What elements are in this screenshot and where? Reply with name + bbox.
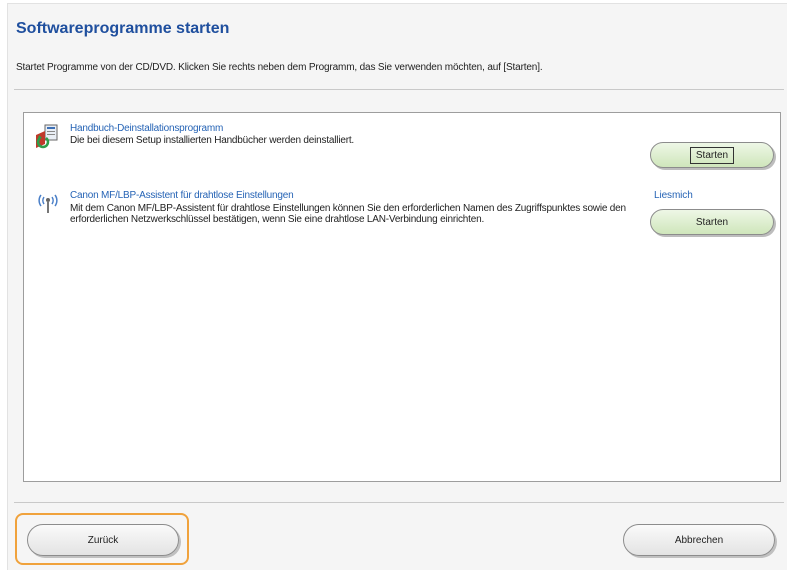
- page-title: Softwareprogramme starten: [16, 20, 230, 37]
- program-description-wireless-assistant: Mit dem Canon MF/LBP-Assistent für draht…: [70, 203, 626, 225]
- wireless-antenna-icon: [38, 194, 58, 213]
- page-description: Startet Programme von der CD/DVD. Klicke…: [16, 62, 543, 73]
- start-wireless-assistant-button[interactable]: Starten: [650, 209, 774, 235]
- program-description-uninstaller: Die bei diesem Setup installierten Handb…: [70, 135, 354, 146]
- program-name-uninstaller[interactable]: Handbuch-Deinstallationsprogramm: [70, 123, 223, 134]
- readme-link[interactable]: Liesmich: [654, 190, 693, 201]
- uninstall-manual-icon: [36, 124, 58, 149]
- cancel-button-label: Abbrechen: [674, 534, 724, 546]
- program-name-wireless-assistant[interactable]: Canon MF/LBP-Assistent für drahtlose Ein…: [70, 190, 294, 201]
- back-button-label: Zurück: [87, 534, 119, 546]
- divider: [14, 502, 784, 503]
- start-uninstaller-button[interactable]: Starten: [650, 142, 774, 168]
- start-button-label: Starten: [695, 216, 729, 228]
- cancel-button[interactable]: Abbrechen: [623, 524, 775, 556]
- divider: [14, 89, 784, 90]
- start-button-label: Starten: [689, 146, 735, 164]
- back-button[interactable]: Zurück: [27, 524, 179, 556]
- program-list: Handbuch-Deinstallationsprogramm Die bei…: [23, 112, 781, 482]
